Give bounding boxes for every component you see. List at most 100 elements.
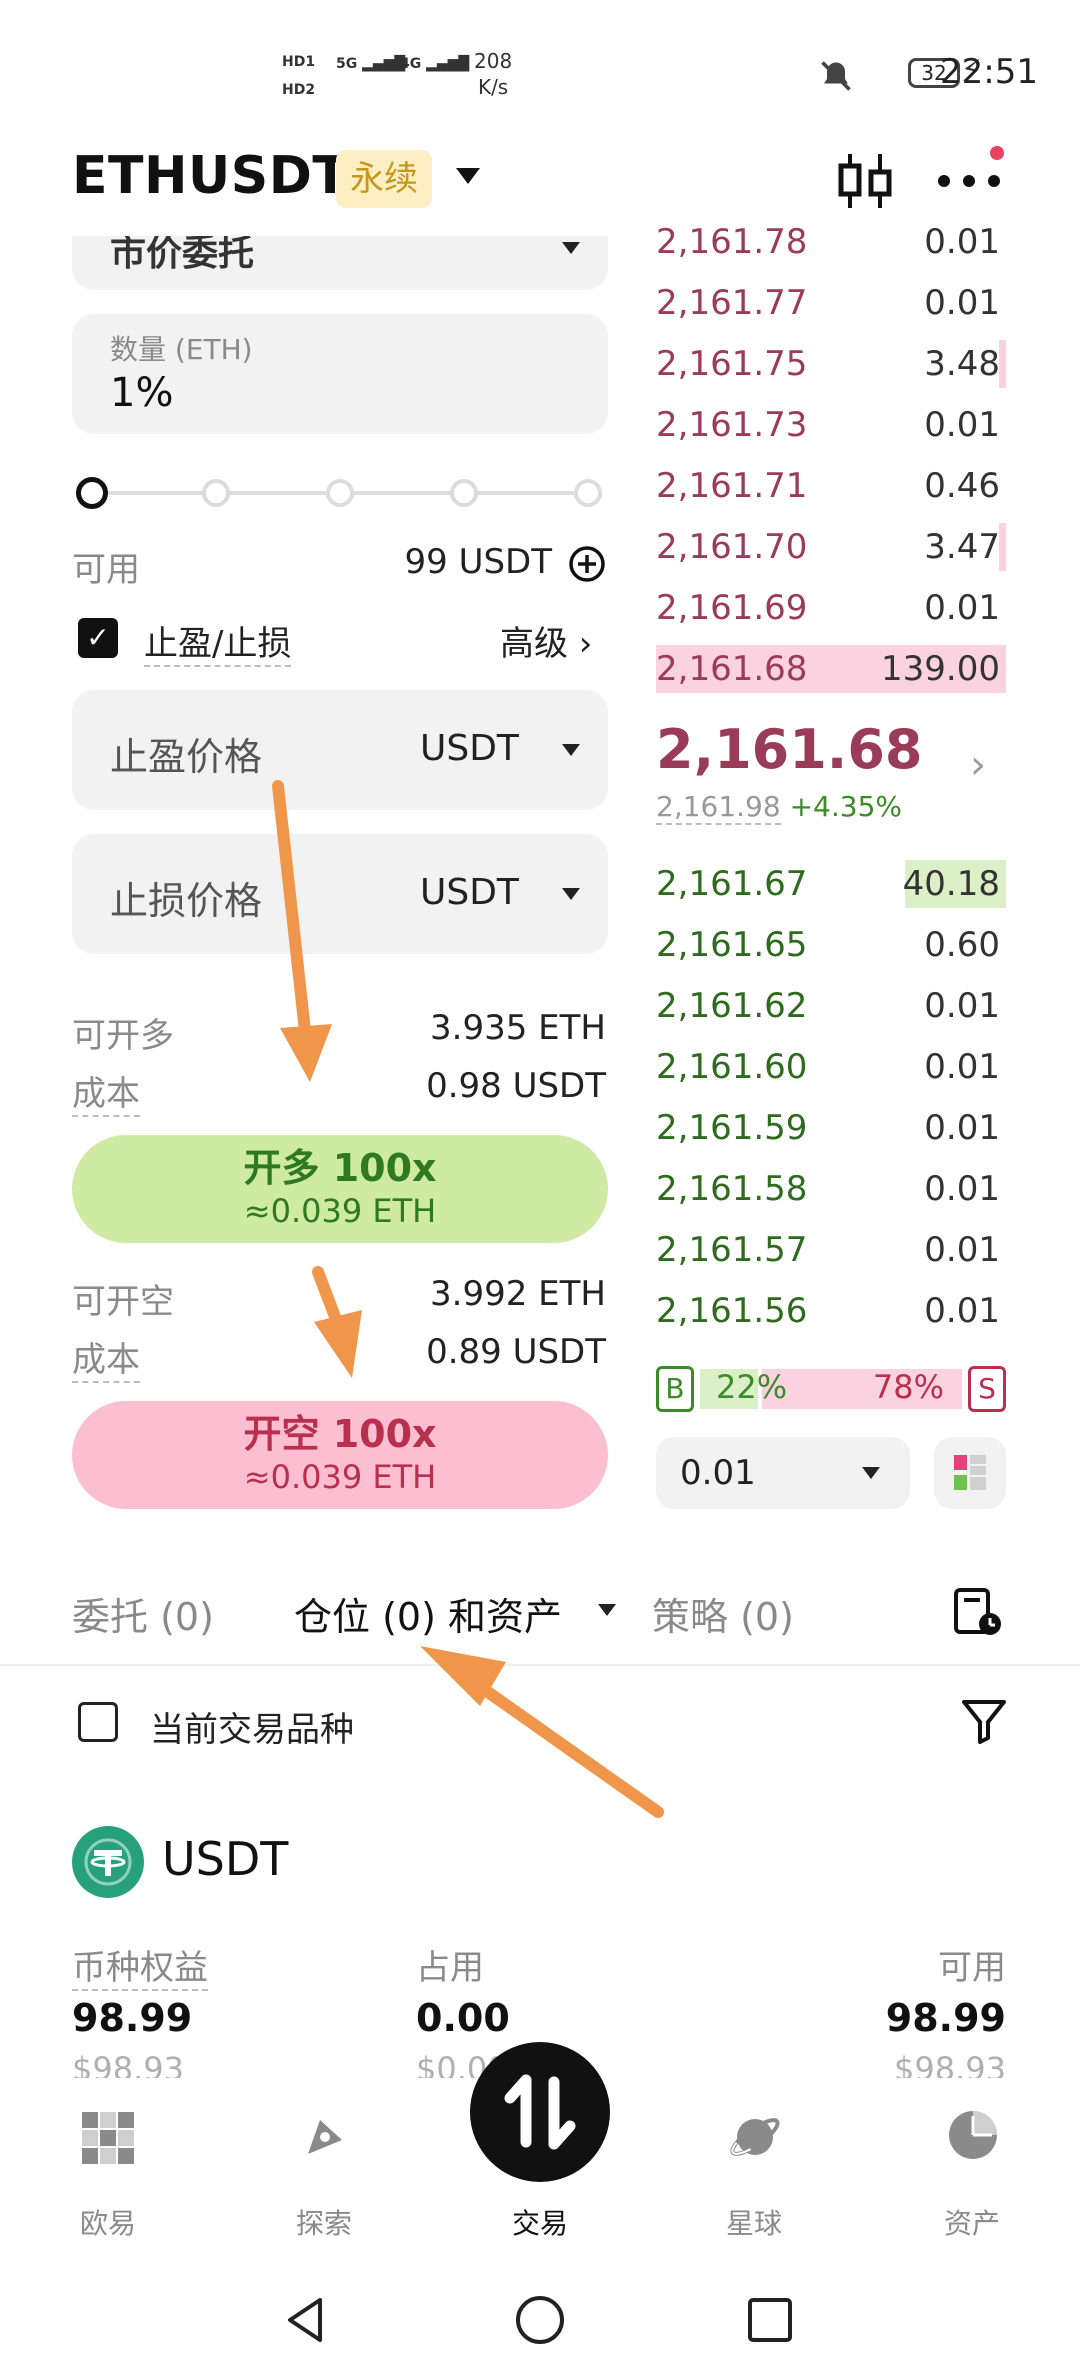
take-profit-price-input[interactable]: 止盈价格 USDT: [72, 690, 608, 810]
sl-unit-caret-icon: [562, 888, 580, 900]
order-type-caret-icon: [562, 242, 580, 254]
bid-row[interactable]: 2,161.58 0.01: [656, 1159, 1006, 1219]
precision-select[interactable]: 0.01: [656, 1437, 910, 1509]
bid-price: 2,161.67: [656, 864, 808, 904]
bid-row[interactable]: 2,161.60 0.01: [656, 1037, 1006, 1097]
ask-row[interactable]: 2,161.69 0.01: [656, 578, 1006, 638]
candlestick-chart-icon[interactable]: [832, 148, 898, 214]
bid-quantity: 0.01: [924, 1230, 1000, 1270]
sl-unit-select[interactable]: USDT: [420, 872, 519, 913]
symbol-title[interactable]: ETHUSDT: [72, 146, 348, 206]
ask-depth-bar: [999, 523, 1006, 571]
tab-positions-assets[interactable]: 仓位 (0) 和资产: [294, 1586, 562, 1641]
bid-row[interactable]: 2,161.62 0.01: [656, 976, 1006, 1036]
long-cost-value: 0.98 USDT: [426, 1066, 606, 1106]
home-icon[interactable]: [514, 2294, 566, 2346]
tpsl-label: 止盈/止损: [144, 616, 292, 667]
tabs-divider: [0, 1664, 1080, 1666]
max-long-value: 3.935 ETH: [430, 1008, 606, 1048]
long-cost-label: 成本: [72, 1066, 140, 1117]
max-long-label: 可开多: [72, 1016, 174, 1056]
ask-price: 2,161.78: [656, 222, 808, 262]
bid-quantity: 40.18: [902, 864, 1000, 904]
ask-row[interactable]: 2,161.73 0.01: [656, 395, 1006, 455]
buy-ratio: 22%: [716, 1368, 788, 1406]
tp-unit-select[interactable]: USDT: [420, 728, 519, 769]
tab-orders[interactable]: 委托 (0): [72, 1586, 214, 1641]
open-long-button[interactable]: 开多 100x ≈0.039 ETH: [72, 1135, 608, 1243]
pie-chart-icon: [949, 2111, 997, 2159]
ask-price: 2,161.73: [656, 405, 808, 445]
slider-step-1[interactable]: [202, 479, 230, 507]
clock: 22:51: [940, 52, 1038, 92]
buy-sell-ratio-bar: B 22% 78% S: [656, 1366, 1006, 1412]
status-bar: HD1 HD2 5G ▂▄▆█ 4G ▂▄▆█ 208 K/s 32 ⚡ 22:51: [0, 0, 1080, 140]
ask-quantity: 0.46: [924, 466, 1000, 506]
bid-row[interactable]: 2,161.67 40.18: [656, 854, 1006, 914]
tab-strategies[interactable]: 策略 (0): [652, 1586, 794, 1641]
max-short-label: 可开空: [72, 1282, 174, 1322]
nav-explore[interactable]: 探索: [254, 2078, 394, 2240]
equity-value: 98.99: [72, 1996, 193, 2040]
slider-step-4[interactable]: [574, 479, 602, 507]
bid-row[interactable]: 2,161.57 0.01: [656, 1220, 1006, 1280]
bid-row[interactable]: 2,161.59 0.01: [656, 1098, 1006, 1158]
nav-home[interactable]: 欧易: [38, 2078, 178, 2240]
ask-quantity: 139.00: [881, 649, 1000, 689]
signal-4g-icon: 4G ▂▄▆█: [400, 56, 470, 72]
quantity-input[interactable]: 数量 (ETH) 1%: [72, 314, 608, 434]
slider-step-3[interactable]: [450, 479, 478, 507]
ask-quantity: 0.01: [924, 283, 1000, 323]
chevron-right-icon[interactable]: ›: [970, 742, 986, 788]
slider-step-0[interactable]: [76, 477, 108, 509]
short-cost-label: 成本: [72, 1332, 140, 1383]
ask-row[interactable]: 2,161.68 139.00: [656, 639, 1006, 699]
nav-assets[interactable]: 资产: [902, 2078, 1042, 2240]
perpetual-badge: 永续: [336, 150, 432, 208]
ask-row[interactable]: 2,161.78 0.01: [656, 212, 1006, 272]
stop-loss-price-input[interactable]: 止损价格 USDT: [72, 834, 608, 954]
orderbook-layout-button[interactable]: [934, 1437, 1006, 1509]
precision-caret-icon: [862, 1467, 880, 1479]
occupied-label: 占用: [416, 1948, 484, 1988]
sell-badge: S: [968, 1366, 1006, 1412]
order-type-select[interactable]: 市价委托: [72, 236, 608, 290]
ask-row[interactable]: 2,161.71 0.46: [656, 456, 1006, 516]
mark-price: 2,161.98: [656, 790, 781, 825]
symbol-dropdown-icon[interactable]: [456, 168, 480, 184]
asset-available-label: 可用: [938, 1948, 1006, 1988]
bid-quantity: 0.01: [924, 1169, 1000, 1209]
ask-row[interactable]: 2,161.75 3.48: [656, 334, 1006, 394]
slider-step-2[interactable]: [326, 479, 354, 507]
okx-logo-icon: [82, 2112, 134, 2164]
mute-bell-icon: [821, 61, 851, 91]
bid-quantity: 0.01: [924, 1108, 1000, 1148]
ask-row[interactable]: 2,161.77 0.01: [656, 273, 1006, 333]
open-short-button[interactable]: 开空 100x ≈0.039 ETH: [72, 1401, 608, 1509]
tp-unit-caret-icon: [562, 744, 580, 756]
bid-row[interactable]: 2,161.65 0.60: [656, 915, 1006, 975]
tab-positions-caret-icon[interactable]: [598, 1604, 616, 1616]
bid-price: 2,161.62: [656, 986, 808, 1026]
ask-price: 2,161.69: [656, 588, 808, 628]
asset-coin-name[interactable]: USDT: [162, 1832, 288, 1886]
advanced-link[interactable]: 高级 ›: [500, 616, 592, 665]
back-icon[interactable]: [280, 2294, 332, 2346]
nav-planet[interactable]: 星球: [684, 2078, 824, 2240]
ask-row[interactable]: 2,161.70 3.47: [656, 517, 1006, 577]
order-history-icon[interactable]: [950, 1584, 1006, 1640]
recents-icon[interactable]: [744, 2294, 796, 2346]
signal-5g-icon: 5G ▂▄▆█: [336, 56, 406, 72]
tpsl-checkbox[interactable]: ✓: [78, 618, 118, 658]
filter-icon[interactable]: [958, 1694, 1010, 1746]
ask-depth-bar: [999, 340, 1006, 388]
current-symbol-checkbox[interactable]: [78, 1702, 118, 1742]
bid-row[interactable]: 2,161.56 0.01: [656, 1281, 1006, 1341]
transfer-plus-icon[interactable]: [568, 545, 606, 583]
max-short-value: 3.992 ETH: [430, 1274, 606, 1314]
annotation-arrow-short: [312, 1266, 362, 1378]
bid-quantity: 0.60: [924, 925, 1000, 965]
nav-trade-label[interactable]: 交易: [470, 2078, 610, 2240]
ask-quantity: 0.01: [924, 588, 1000, 628]
current-symbol-label: 当前交易品种: [150, 1710, 354, 1750]
